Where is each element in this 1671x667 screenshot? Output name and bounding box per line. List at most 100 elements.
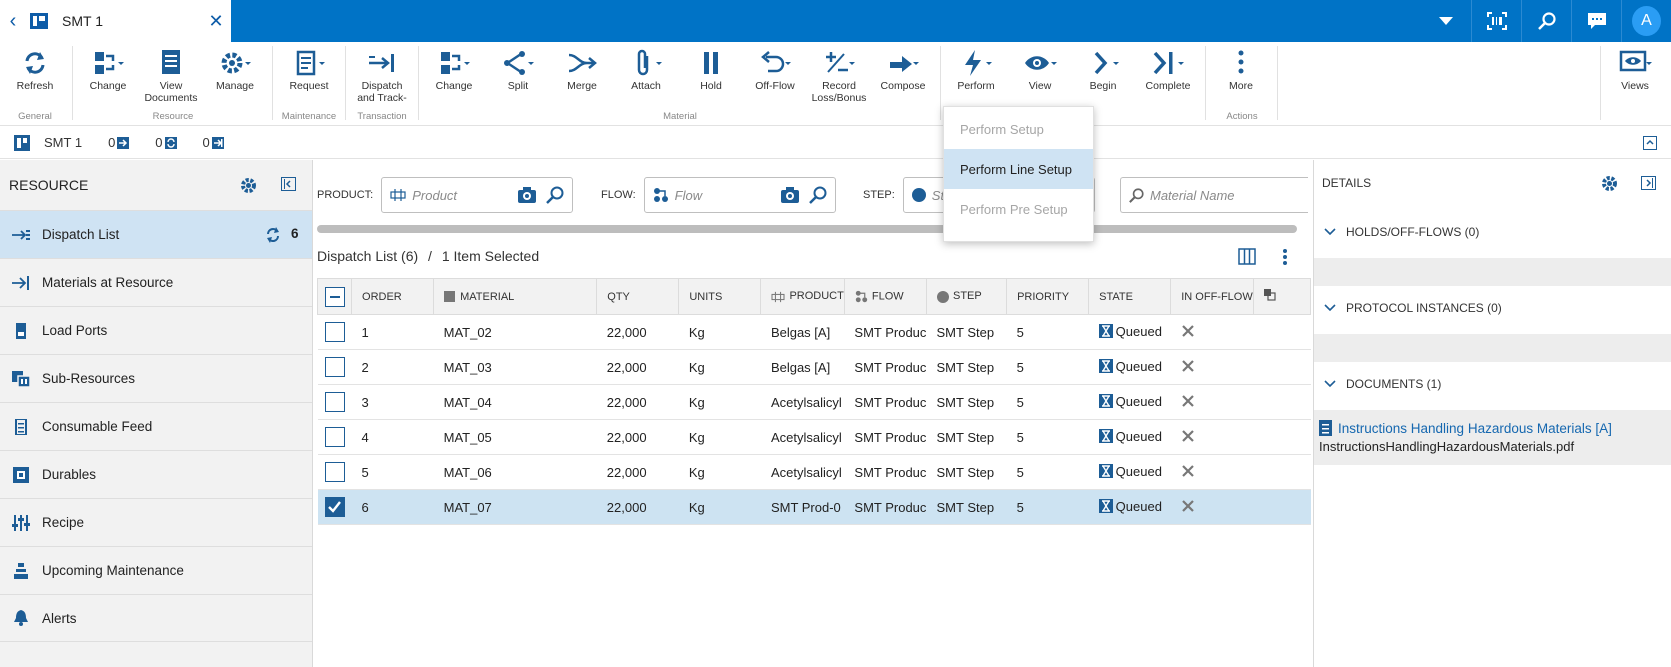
barcode-scan-icon[interactable] [1471, 0, 1521, 42]
column-settings[interactable] [1252, 278, 1312, 315]
column-in-off-flow[interactable]: IN OFF-FLOW [1170, 278, 1254, 315]
change-material-button[interactable]: Change [424, 48, 484, 92]
cell-material-link[interactable]: MAT_06 [433, 454, 597, 490]
cell-step-link[interactable]: SMT Step [926, 384, 1007, 420]
gear-icon[interactable] [240, 177, 257, 194]
cell-product-link[interactable]: Belgas [A] [760, 349, 845, 385]
request-button[interactable]: Request [279, 48, 339, 92]
more-vertical-icon[interactable] [1282, 248, 1288, 266]
documents-section-toggle[interactable]: DOCUMENTS (1) [1324, 377, 1441, 391]
cell-material-link[interactable]: MAT_07 [433, 489, 597, 525]
row-checkbox[interactable] [317, 349, 352, 385]
more-button[interactable]: More [1211, 48, 1271, 92]
view-documents-button[interactable]: View Documents [141, 48, 201, 104]
cell-product-link[interactable]: Acetylsalicyl [760, 384, 845, 420]
cell-flow-link[interactable]: SMT Produc [844, 454, 927, 490]
column-units[interactable]: UNITS [678, 278, 762, 315]
hold-button[interactable]: Hold [681, 48, 741, 92]
column-order[interactable]: ORDER [351, 278, 435, 315]
table-row[interactable]: 5 MAT_06 22,000 Kg Acetylsalicyl SMT Produc SM… [317, 454, 1311, 490]
view-button[interactable]: View [1010, 48, 1070, 92]
user-menu[interactable]: A [1621, 0, 1671, 42]
table-row[interactable]: 6 MAT_07 22,000 Kg SMT Prod-0 SMT Produc SMT S… [317, 489, 1311, 525]
change-resource-button[interactable]: Change [78, 48, 138, 92]
chat-icon[interactable] [1571, 0, 1621, 42]
menu-item-perform-setup[interactable]: Perform Setup [944, 109, 1093, 149]
sidebar-item-consumable-feed[interactable]: Consumable Feed [0, 402, 312, 450]
begin-button[interactable]: Begin [1073, 48, 1133, 92]
cell-product-link[interactable]: Belgas [A] [760, 314, 845, 350]
cell-step-link[interactable]: SMT Step [926, 349, 1007, 385]
sidebar-item-recipe[interactable]: Recipe [0, 498, 312, 546]
compose-button[interactable]: Compose [873, 48, 933, 92]
column-product[interactable]: PRODUCT [760, 278, 845, 315]
avatar[interactable]: A [1632, 6, 1661, 36]
camera-icon[interactable] [518, 187, 537, 203]
views-button[interactable]: Views [1605, 48, 1665, 92]
product-input[interactable]: Product [381, 177, 574, 213]
search-icon[interactable] [1521, 0, 1571, 42]
cell-product-link[interactable]: Acetylsalicyl [760, 454, 845, 490]
close-icon[interactable]: ✕ [201, 11, 231, 32]
menu-item-perform-pre-setup[interactable]: Perform Pre Setup [944, 189, 1093, 229]
collapse-header-icon[interactable] [1643, 136, 1657, 153]
table-row[interactable]: 4 MAT_05 22,000 Kg Acetylsalicyl SMT Produc SM… [317, 419, 1311, 455]
row-checkbox[interactable] [317, 489, 352, 525]
sidebar-item-alerts[interactable]: Alerts [0, 594, 312, 642]
collapse-panel-icon[interactable] [1641, 176, 1656, 190]
cell-step-link[interactable]: SMT Step [926, 454, 1007, 490]
attach-button[interactable]: Attach [616, 48, 676, 92]
column-qty[interactable]: QTY [596, 278, 680, 315]
camera-icon[interactable] [780, 187, 799, 203]
search-icon[interactable] [808, 186, 827, 204]
complete-button[interactable]: Complete [1138, 48, 1198, 92]
record-loss-bonus-button[interactable]: Record Loss/Bonus [809, 48, 869, 104]
document-link[interactable]: Instructions Handling Hazardous Material… [1319, 420, 1671, 436]
cell-flow-link[interactable]: SMT Produc [844, 384, 927, 420]
sidebar-item-upcoming-maintenance[interactable]: Upcoming Maintenance [0, 546, 312, 594]
holds-section-toggle[interactable]: HOLDS/OFF-FLOWS (0) [1324, 225, 1479, 239]
sidebar-item-durables[interactable]: Durables [0, 450, 312, 498]
table-row[interactable]: 1 MAT_02 22,000 Kg Belgas [A] SMT Produc SMT S… [317, 314, 1311, 350]
column-flow[interactable]: FLOW [843, 278, 928, 315]
resource-tab[interactable]: ‹ SMT 1 ✕ [0, 0, 231, 42]
material-name-input[interactable]: Material Name [1120, 177, 1308, 213]
cell-material-link[interactable]: MAT_05 [433, 419, 597, 455]
columns-icon[interactable] [1238, 248, 1256, 265]
refresh-icon[interactable] [265, 227, 281, 243]
gear-icon[interactable] [1601, 175, 1618, 192]
cell-material-link[interactable]: MAT_03 [433, 349, 597, 385]
dropdown-icon[interactable] [1421, 0, 1471, 42]
row-checkbox[interactable] [317, 454, 352, 490]
cell-material-link[interactable]: MAT_04 [433, 384, 597, 420]
search-icon[interactable] [546, 186, 564, 204]
column-step[interactable]: STEP [925, 278, 1008, 315]
merge-button[interactable]: Merge [552, 48, 612, 92]
select-all-checkbox[interactable] [316, 278, 353, 315]
horizontal-scrollbar[interactable] [317, 225, 1297, 233]
sidebar-item-load-ports[interactable]: Load Ports [0, 306, 312, 354]
column-priority[interactable]: PRIORITY [1006, 278, 1090, 315]
menu-item-perform-line-setup[interactable]: Perform Line Setup [944, 149, 1093, 189]
cell-flow-link[interactable]: SMT Produc [844, 314, 927, 350]
row-checkbox[interactable] [317, 384, 352, 420]
protocols-section-toggle[interactable]: PROTOCOL INSTANCES (0) [1324, 301, 1502, 315]
row-checkbox[interactable] [317, 419, 352, 455]
flow-input[interactable]: Flow [643, 177, 836, 213]
cell-material-link[interactable]: MAT_02 [433, 314, 597, 350]
cell-product-link[interactable]: SMT Prod-0 [760, 489, 845, 525]
cell-product-link[interactable]: Acetylsalicyl [760, 419, 845, 455]
cell-flow-link[interactable]: SMT Produc [844, 489, 927, 525]
collapse-panel-icon[interactable] [281, 177, 296, 191]
table-row[interactable]: 3 MAT_04 22,000 Kg Acetylsalicyl SMT Produc SM… [317, 384, 1311, 420]
sidebar-item-materials-at-resource[interactable]: Materials at Resource [0, 258, 312, 306]
off-flow-button[interactable]: Off-Flow [745, 48, 805, 92]
column-state[interactable]: STATE [1088, 278, 1172, 315]
table-row[interactable]: 2 MAT_03 22,000 Kg Belgas [A] SMT Produc SMT S… [317, 349, 1311, 385]
cell-step-link[interactable]: SMT Step [926, 419, 1007, 455]
split-button[interactable]: Split [488, 48, 548, 92]
sidebar-item-dispatch-list[interactable]: Dispatch List 6 [0, 210, 312, 258]
column-material[interactable]: MATERIAL [433, 278, 598, 315]
cell-step-link[interactable]: SMT Step [926, 489, 1007, 525]
perform-button[interactable]: Perform [946, 48, 1006, 92]
